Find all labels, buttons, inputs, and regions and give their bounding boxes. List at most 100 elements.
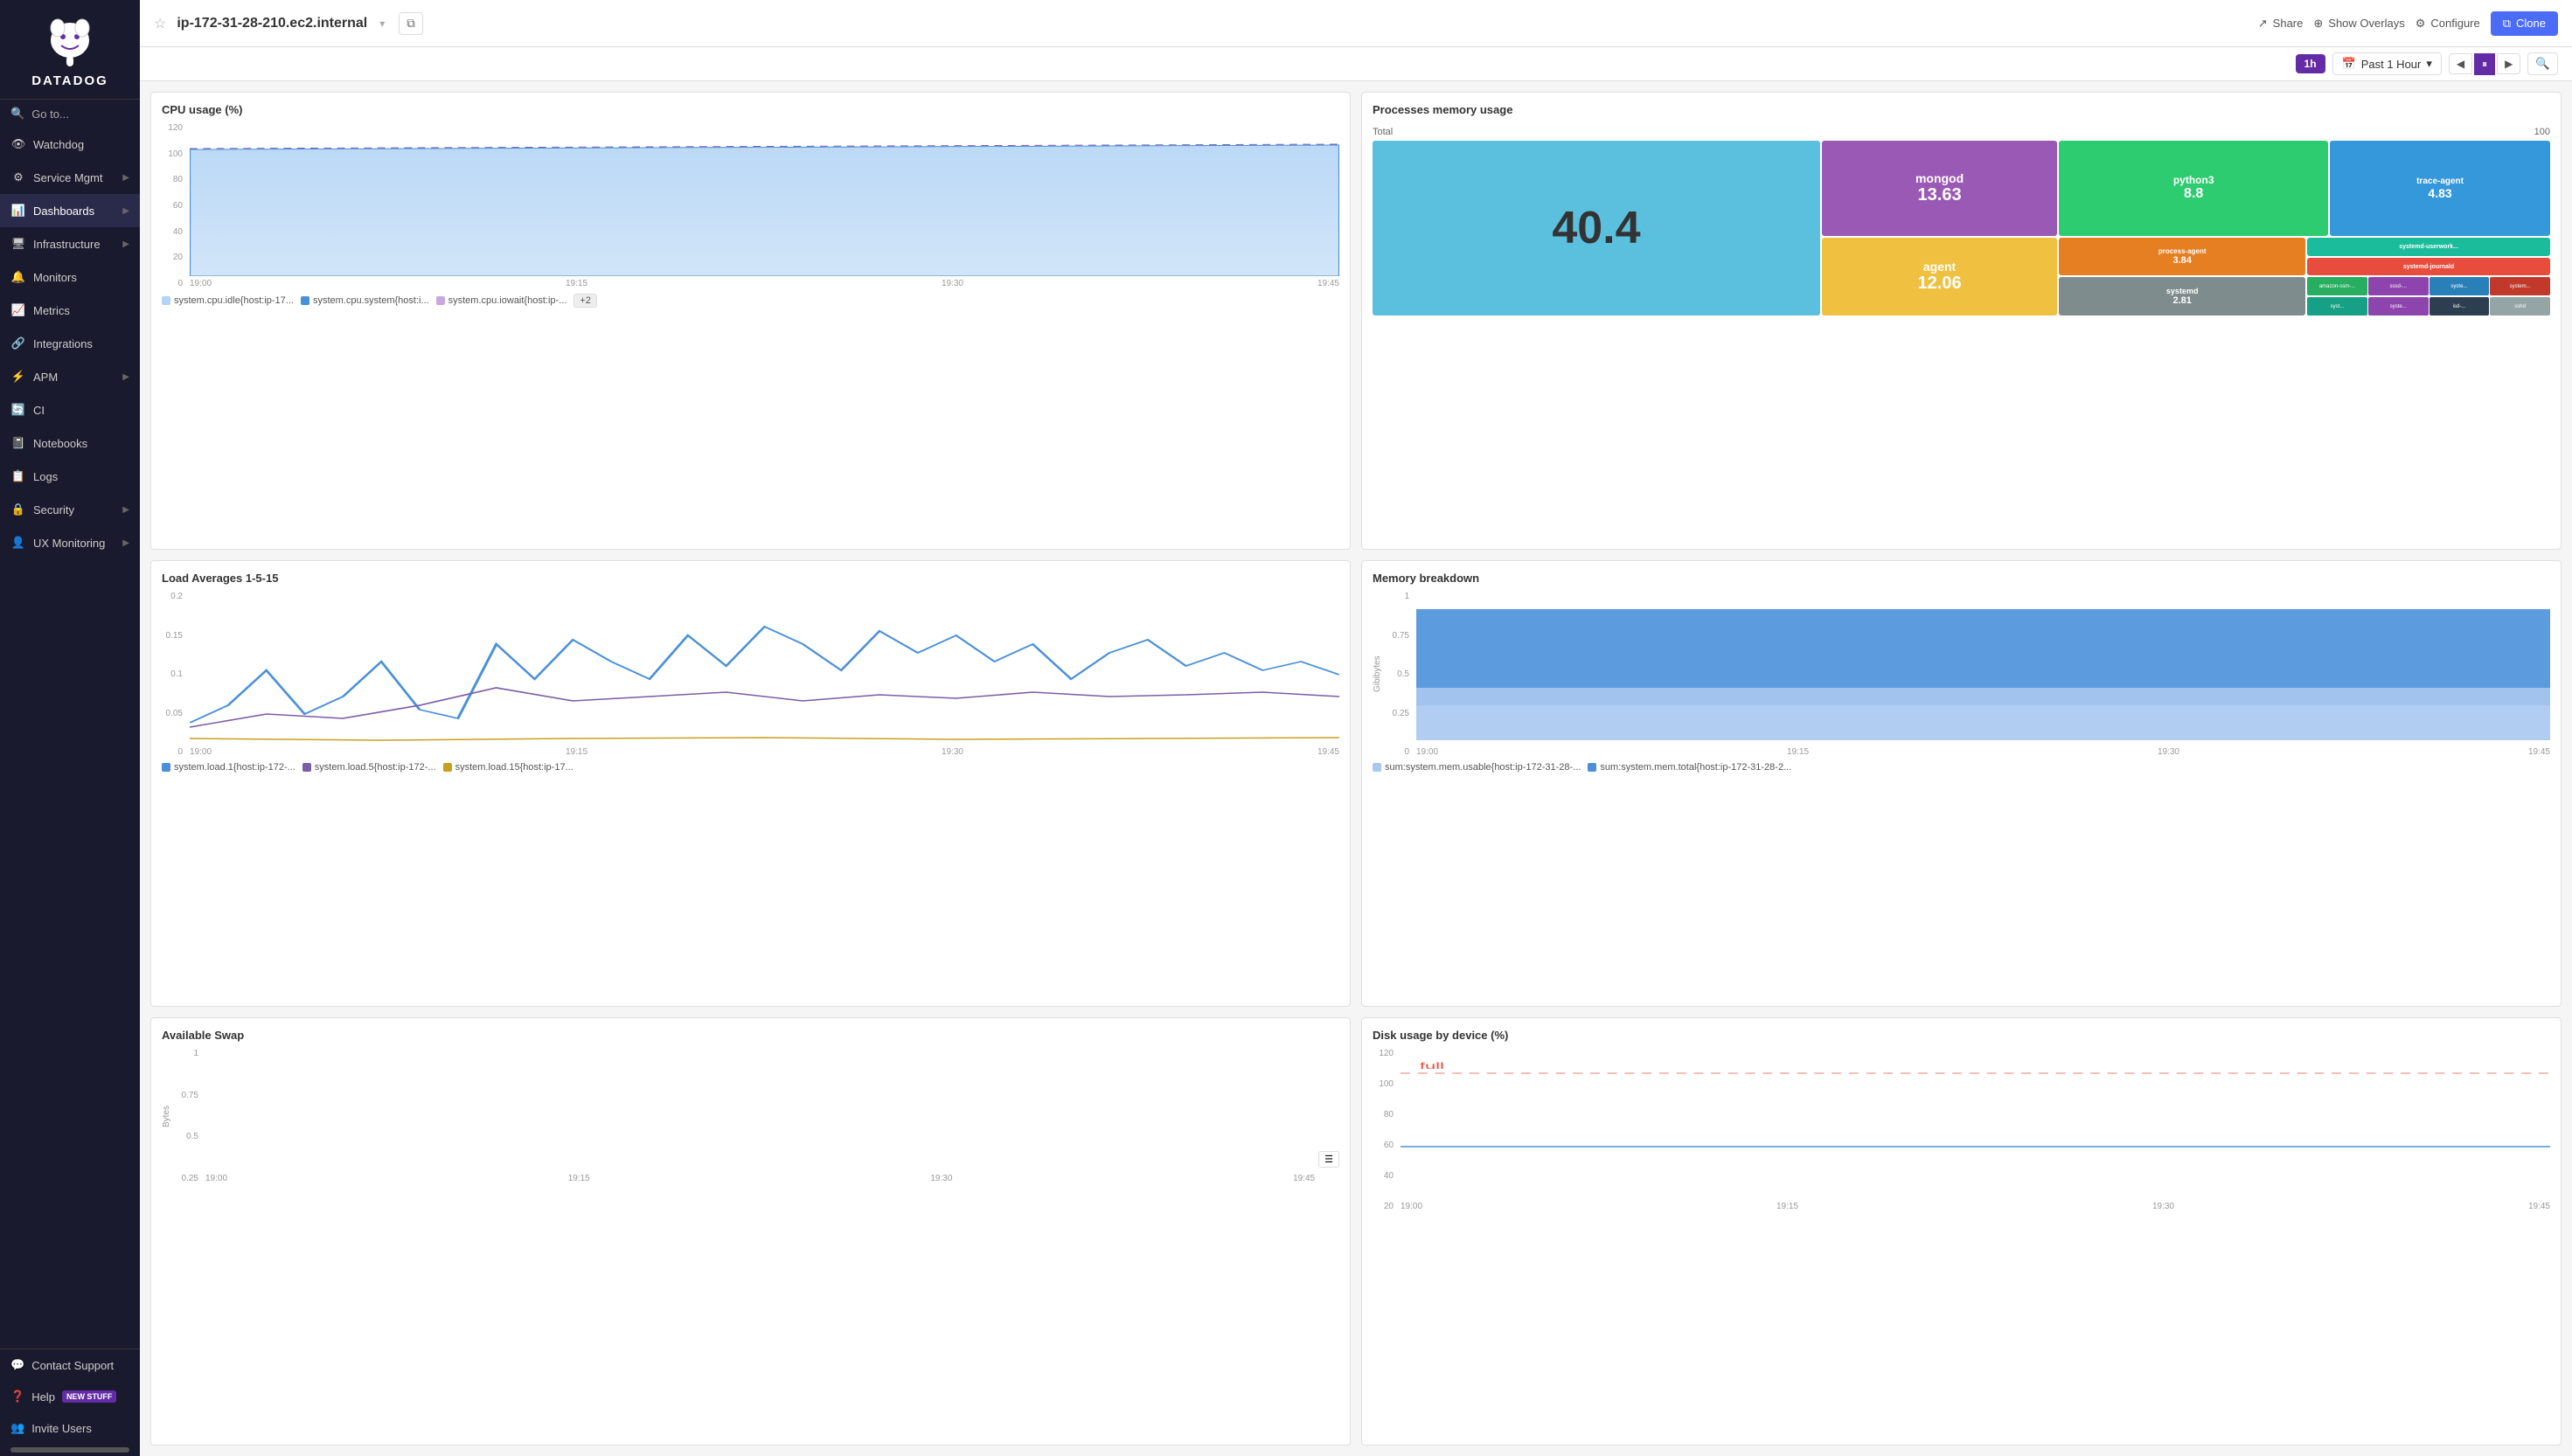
chevron-right-icon: ▶	[122, 372, 129, 382]
dashboards-icon: 📊	[10, 203, 26, 218]
sidebar-item-watchdog[interactable]: 👁 Watchdog	[0, 128, 140, 161]
sidebar-item-metrics[interactable]: 📈 Metrics	[0, 294, 140, 327]
treemap-main-value: 40.4	[1552, 202, 1640, 254]
load-averages-widget: Load Averages 1-5-15 0.2 0.15 0.1 0.05 0	[150, 560, 1351, 1007]
sidebar-item-label: Notebooks	[33, 437, 129, 450]
logs-icon: 📋	[10, 468, 26, 484]
legend-color	[443, 763, 452, 772]
main-content: ☆ ip-172-31-28-210.ec2.internal ▾ ⧉ ↗ Sh…	[140, 0, 2572, 1456]
sidebar-item-ci[interactable]: 🔄 CI	[0, 393, 140, 426]
overlays-icon: ⊕	[2313, 17, 2323, 31]
load-averages-title: Load Averages 1-5-15	[162, 572, 1339, 585]
sidebar-item-invite-users[interactable]: 👥 Invite Users	[0, 1412, 140, 1444]
treemap-cell-isd: isd-...	[2429, 297, 2490, 315]
clone-button[interactable]: ⧉ Clone	[2491, 11, 2558, 36]
share-button[interactable]: ↗ Share	[2258, 17, 2304, 31]
datadog-logo-icon	[42, 14, 98, 70]
time-next-button[interactable]: ▶	[2497, 53, 2520, 74]
swap-chart-svg	[205, 1049, 1315, 1171]
help-icon: ❓	[10, 1390, 24, 1404]
legend-item: system.load.15{host:ip-17...	[443, 762, 573, 773]
legend-label: sum:system.mem.usable{host:ip-172-31-28-…	[1385, 762, 1581, 773]
swap-list-button[interactable]: ☰	[1318, 1151, 1339, 1168]
time-prev-button[interactable]: ◀	[2449, 53, 2472, 74]
sidebar-brand-name: DATADOG	[31, 73, 108, 88]
treemap-cell-main: 40.4	[1373, 141, 1820, 315]
sidebar-item-contact-support[interactable]: 💬 Contact Support	[0, 1349, 140, 1381]
available-swap-title: Available Swap	[162, 1029, 1339, 1042]
chevron-right-icon: ▶	[122, 206, 129, 216]
contact-support-label: Contact Support	[31, 1359, 114, 1372]
page-title: ip-172-31-28-210.ec2.internal	[177, 16, 367, 31]
legend-item: system.load.5{host:ip-172-...	[302, 762, 436, 773]
treemap-cell-system: system...	[2490, 277, 2550, 295]
configure-label: Configure	[2430, 17, 2479, 30]
share-icon: ↗	[2258, 17, 2268, 31]
legend-label: system.load.1{host:ip-172-...	[174, 762, 295, 773]
overlays-label: Show Overlays	[2328, 17, 2404, 30]
disk-chart-svg: full	[1401, 1049, 2550, 1197]
sidebar-item-monitors[interactable]: 🔔 Monitors	[0, 260, 140, 294]
legend-color	[162, 296, 170, 305]
watchdog-icon: 👁	[10, 136, 26, 152]
show-overlays-button[interactable]: ⊕ Show Overlays	[2313, 17, 2404, 31]
legend-expand-button[interactable]: +2	[573, 294, 597, 308]
favorite-star-icon[interactable]: ☆	[154, 15, 166, 32]
treemap-cell-systemd-user: systemd-userwork...	[2307, 238, 2550, 256]
ci-icon: 🔄	[10, 402, 26, 418]
time-range-dropdown-icon: ▾	[2426, 57, 2432, 71]
treemap-cell-systemd: systemd 2.81	[2059, 277, 2305, 315]
memory-y-axis-label: Gibibytes	[1373, 592, 1385, 757]
fullscreen-button[interactable]: ⧉	[399, 12, 423, 35]
legend-item: system.cpu.idle{host:ip-17...	[162, 295, 294, 306]
time-preset-button[interactable]: 1h	[2296, 54, 2325, 73]
legend-label: system.load.15{host:ip-17...	[455, 762, 573, 773]
cpu-legend: system.cpu.idle{host:ip-17... system.cpu…	[162, 294, 1339, 308]
treemap-cell-syste: syste...	[2429, 277, 2490, 295]
sidebar-item-logs[interactable]: 📋 Logs	[0, 460, 140, 493]
treemap-cell-mongod: mongod 13.63	[1822, 141, 2057, 236]
sidebar-item-help[interactable]: ❓ Help NEW STUFF	[0, 1381, 140, 1412]
sidebar-item-label: UX Monitoring	[33, 537, 115, 550]
sidebar-item-label: APM	[33, 371, 115, 384]
treemap-cell-syste2: syste...	[2368, 297, 2429, 315]
apm-icon: ⚡	[10, 369, 26, 385]
memory-y-axis: 1 0.75 0.5 0.25 0	[1388, 592, 1413, 757]
chevron-right-icon: ▶	[122, 538, 129, 548]
time-search-button[interactable]: 🔍	[2527, 52, 2558, 75]
disk-usage-widget: Disk usage by device (%) 120 100 80 60 4…	[1361, 1017, 2562, 1446]
sidebar-item-label: Infrastructure	[33, 238, 115, 251]
sidebar-item-integrations[interactable]: 🔗 Integrations	[0, 327, 140, 360]
time-pause-button[interactable]: ⏸	[2474, 53, 2495, 75]
legend-item: sum:system.mem.usable{host:ip-172-31-28-…	[1373, 762, 1581, 773]
notebooks-icon: 📓	[10, 435, 26, 451]
sidebar-item-ux-monitoring[interactable]: 👤 UX Monitoring ▶	[0, 526, 140, 559]
title-dropdown-icon[interactable]: ▾	[379, 17, 385, 30]
sidebar-item-label: Metrics	[33, 304, 129, 317]
treemap-cell-process-agent: process-agent 3.84	[2059, 238, 2305, 276]
legend-color	[302, 763, 311, 772]
security-icon: 🔒	[10, 502, 26, 517]
legend-color	[1373, 763, 1381, 772]
disk-usage-title: Disk usage by device (%)	[1373, 1029, 2550, 1042]
load-legend: system.load.1{host:ip-172-... system.loa…	[162, 762, 1339, 773]
cpu-chart-svg	[190, 123, 1339, 276]
resize-handle[interactable]	[10, 1447, 129, 1453]
sidebar-item-dashboards[interactable]: 📊 Dashboards ▶	[0, 194, 140, 227]
sidebar-item-label: Logs	[33, 470, 129, 483]
sidebar-search[interactable]: 🔍 Go to...	[0, 100, 140, 128]
sidebar-item-infrastructure[interactable]: 🖥 Infrastructure ▶	[0, 227, 140, 260]
search-icon: 🔍	[10, 107, 24, 121]
contact-support-icon: 💬	[10, 1358, 24, 1372]
clone-icon: ⧉	[2503, 17, 2511, 31]
legend-item: sum:system.mem.total{host:ip-172-31-28-2…	[1588, 762, 1791, 773]
time-range-selector[interactable]: 📅 Past 1 Hour ▾	[2332, 52, 2442, 75]
sidebar-item-apm[interactable]: ⚡ APM ▶	[0, 360, 140, 393]
sidebar-item-service-mgmt[interactable]: ⚙ Service Mgmt ▶	[0, 161, 140, 194]
sidebar-item-label: Watchdog	[33, 138, 129, 151]
configure-button[interactable]: ⚙ Configure	[2416, 17, 2480, 31]
processes-memory-title: Processes memory usage	[1373, 103, 1512, 116]
sidebar-item-notebooks[interactable]: 📓 Notebooks	[0, 426, 140, 460]
sidebar-item-security[interactable]: 🔒 Security ▶	[0, 493, 140, 526]
monitors-icon: 🔔	[10, 269, 26, 285]
